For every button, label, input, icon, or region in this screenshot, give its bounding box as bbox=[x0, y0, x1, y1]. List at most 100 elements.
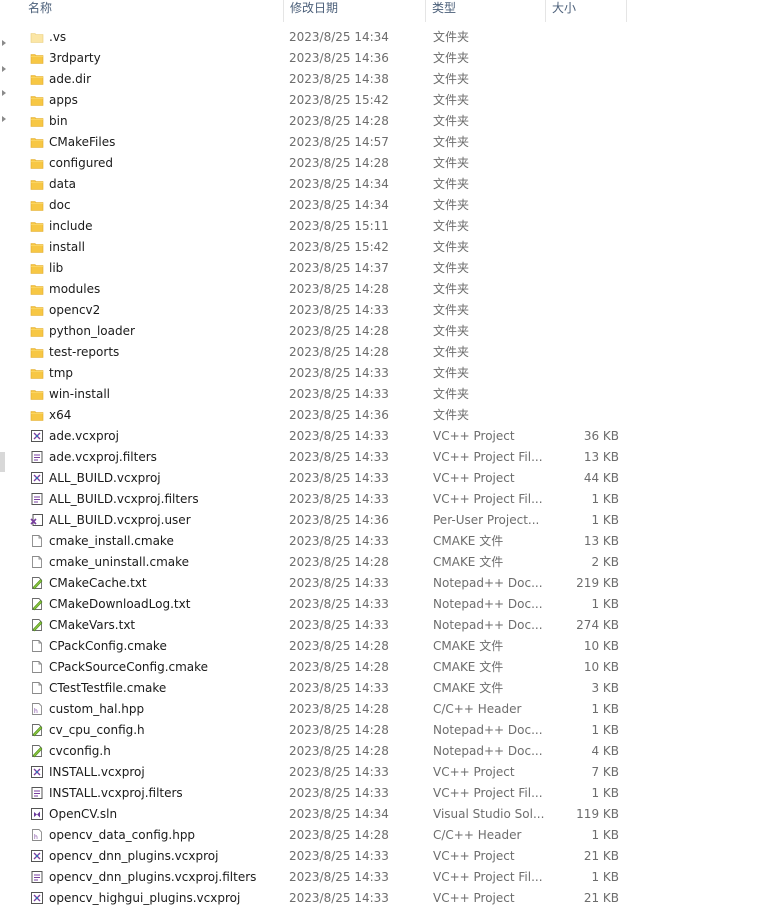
file-row[interactable]: opencv2 2023/8/25 14:33 文件夹 bbox=[0, 300, 760, 321]
file-type: Notepad++ Doc... bbox=[433, 597, 543, 611]
column-header-date[interactable]: 修改日期 bbox=[284, 0, 426, 22]
file-row[interactable]: CMakeVars.txt 2023/8/25 14:33 Notepad++ Do… bbox=[0, 615, 760, 636]
file-type: 文件夹 bbox=[433, 93, 470, 107]
file-type: CMAKE 文件 bbox=[433, 681, 504, 695]
file-size bbox=[552, 237, 619, 258]
file-row[interactable]: CTestTestfile.cmake 2023/8/25 14:33 CMAKE … bbox=[0, 678, 760, 699]
file-row[interactable]: apps 2023/8/25 15:42 文件夹 bbox=[0, 90, 760, 111]
file-name: .vs bbox=[49, 30, 67, 44]
file-row[interactable]: data 2023/8/25 14:34 文件夹 bbox=[0, 174, 760, 195]
file-date-modified: 2023/8/25 14:28 bbox=[289, 639, 389, 653]
file-row[interactable]: ALL_BUILD.vcxproj.user 2023/8/25 14:36 Per… bbox=[0, 510, 760, 531]
file-row[interactable]: x64 2023/8/25 14:36 文件夹 bbox=[0, 405, 760, 426]
file-date-modified: 2023/8/25 14:33 bbox=[289, 681, 389, 695]
file-name: CMakeDownloadLog.txt bbox=[49, 597, 191, 611]
file-row[interactable]: ALL_BUILD.vcxproj 2023/8/25 14:33 VC++ Pro… bbox=[0, 468, 760, 489]
file-date-modified: 2023/8/25 14:28 bbox=[289, 828, 389, 842]
column-header-type[interactable]: 类型 bbox=[426, 0, 546, 22]
file-row[interactable]: CMakeFiles 2023/8/25 14:57 文件夹 bbox=[0, 132, 760, 153]
file-name: ALL_BUILD.vcxproj.filters bbox=[49, 492, 199, 506]
sln-icon bbox=[30, 804, 46, 825]
file-row[interactable]: bin 2023/8/25 14:28 文件夹 bbox=[0, 111, 760, 132]
file-row[interactable]: ade.vcxproj 2023/8/25 14:33 VC++ Project 36… bbox=[0, 426, 760, 447]
file-row[interactable]: cmake_uninstall.cmake 2023/8/25 14:28 CMAK… bbox=[0, 552, 760, 573]
file-row[interactable]: ade.vcxproj.filters 2023/8/25 14:33 VC++ P… bbox=[0, 447, 760, 468]
file-date-modified: 2023/8/25 14:33 bbox=[289, 492, 389, 506]
file-row[interactable]: install 2023/8/25 15:42 文件夹 bbox=[0, 237, 760, 258]
file-type: Notepad++ Doc... bbox=[433, 744, 543, 758]
file-date-modified: 2023/8/25 14:36 bbox=[289, 51, 389, 65]
file-name: CTestTestfile.cmake bbox=[49, 681, 167, 695]
file-type: 文件夹 bbox=[433, 303, 470, 317]
file-row[interactable]: OpenCV.sln 2023/8/25 14:34 Visual Studio S… bbox=[0, 804, 760, 825]
file-size: 219 KB bbox=[576, 576, 619, 590]
file-row[interactable]: CMakeCache.txt 2023/8/25 14:33 Notepad++ D… bbox=[0, 573, 760, 594]
folder-icon bbox=[30, 90, 46, 111]
file-row[interactable]: cvconfig.h 2023/8/25 14:28 Notepad++ Doc..… bbox=[0, 741, 760, 762]
file-date-modified: 2023/8/25 15:42 bbox=[289, 93, 389, 107]
file-name: lib bbox=[49, 261, 64, 275]
column-header-name[interactable]: 名称 bbox=[22, 0, 284, 22]
column-header-size[interactable]: 大小 bbox=[546, 0, 627, 22]
folder-icon bbox=[30, 279, 46, 300]
file-row[interactable]: CPackConfig.cmake 2023/8/25 14:28 CMAKE 文件… bbox=[0, 636, 760, 657]
file-name: opencv_dnn_plugins.vcxproj bbox=[49, 849, 219, 863]
file-name: ALL_BUILD.vcxproj bbox=[49, 471, 161, 485]
file-date-modified: 2023/8/25 14:28 bbox=[289, 660, 389, 674]
file-size bbox=[552, 300, 619, 321]
filters-icon bbox=[30, 447, 46, 468]
file-row[interactable]: CPackSourceConfig.cmake 2023/8/25 14:28 CM… bbox=[0, 657, 760, 678]
file-row[interactable]: lib 2023/8/25 14:37 文件夹 bbox=[0, 258, 760, 279]
file-name: python_loader bbox=[49, 324, 135, 338]
file-date-modified: 2023/8/25 14:34 bbox=[289, 177, 389, 191]
file-row[interactable]: include 2023/8/25 15:11 文件夹 bbox=[0, 216, 760, 237]
file-size: 21 KB bbox=[583, 849, 619, 863]
file-row[interactable]: configured 2023/8/25 14:28 文件夹 bbox=[0, 153, 760, 174]
file-row[interactable]: win-install 2023/8/25 14:33 文件夹 bbox=[0, 384, 760, 405]
file-date-modified: 2023/8/25 14:28 bbox=[289, 555, 389, 569]
file-row[interactable]: ade.dir 2023/8/25 14:38 文件夹 bbox=[0, 69, 760, 90]
file-row[interactable]: CMakeDownloadLog.txt 2023/8/25 14:33 Notep… bbox=[0, 594, 760, 615]
file-name: opencv2 bbox=[49, 303, 101, 317]
file-row[interactable]: ALL_BUILD.vcxproj.filters 2023/8/25 14:33… bbox=[0, 489, 760, 510]
filters-icon bbox=[30, 867, 46, 888]
file-row[interactable]: tmp 2023/8/25 14:33 文件夹 bbox=[0, 363, 760, 384]
file-size: 13 KB bbox=[583, 534, 619, 548]
file-size: 1 KB bbox=[591, 786, 619, 800]
file-row[interactable]: h custom_hal.hpp 2023/8/25 14:28 C/C++ Head… bbox=[0, 699, 760, 720]
file-date-modified: 2023/8/25 14:28 bbox=[289, 744, 389, 758]
file-type: VC++ Project bbox=[433, 471, 515, 485]
file-date-modified: 2023/8/25 14:36 bbox=[289, 513, 389, 527]
file-name: OpenCV.sln bbox=[49, 807, 118, 821]
file-name: bin bbox=[49, 114, 68, 128]
file-row[interactable]: .vs 2023/8/25 14:34 文件夹 bbox=[0, 27, 760, 48]
file-name: cvconfig.h bbox=[49, 744, 111, 758]
file-size bbox=[552, 153, 619, 174]
file-size bbox=[552, 258, 619, 279]
file-row[interactable]: python_loader 2023/8/25 14:28 文件夹 bbox=[0, 321, 760, 342]
file-row[interactable]: INSTALL.vcxproj.filters 2023/8/25 14:33 VC… bbox=[0, 783, 760, 804]
file-name: CPackConfig.cmake bbox=[49, 639, 167, 653]
file-row[interactable]: INSTALL.vcxproj 2023/8/25 14:33 VC++ Proje… bbox=[0, 762, 760, 783]
file-row[interactable]: h opencv_data_config.hpp 2023/8/25 14:28 C/… bbox=[0, 825, 760, 846]
file-row[interactable]: opencv_highgui_plugins.vcxproj 2023/8/25 … bbox=[0, 888, 760, 909]
file-size bbox=[552, 111, 619, 132]
file-row[interactable]: 3rdparty 2023/8/25 14:36 文件夹 bbox=[0, 48, 760, 69]
folder-icon bbox=[30, 342, 46, 363]
file-type: VC++ Project bbox=[433, 765, 515, 779]
file-type: C/C++ Header bbox=[433, 828, 522, 842]
file-row[interactable]: cmake_install.cmake 2023/8/25 14:33 CMAKE … bbox=[0, 531, 760, 552]
file-type: 文件夹 bbox=[433, 198, 470, 212]
file-row[interactable]: opencv_dnn_plugins.vcxproj.filters 2023/8… bbox=[0, 867, 760, 888]
file-row[interactable]: test-reports 2023/8/25 14:28 文件夹 bbox=[0, 342, 760, 363]
file-icon bbox=[30, 531, 46, 552]
file-size: 1 KB bbox=[591, 828, 619, 842]
header-icon: h bbox=[30, 825, 46, 846]
file-row[interactable]: doc 2023/8/25 14:34 文件夹 bbox=[0, 195, 760, 216]
file-size bbox=[552, 321, 619, 342]
file-row[interactable]: cv_cpu_config.h 2023/8/25 14:28 Notepad++ … bbox=[0, 720, 760, 741]
file-date-modified: 2023/8/25 14:33 bbox=[289, 870, 389, 884]
file-row[interactable]: opencv_dnn_plugins.vcxproj 2023/8/25 14:3… bbox=[0, 846, 760, 867]
file-name: INSTALL.vcxproj bbox=[49, 765, 145, 779]
file-row[interactable]: modules 2023/8/25 14:28 文件夹 bbox=[0, 279, 760, 300]
